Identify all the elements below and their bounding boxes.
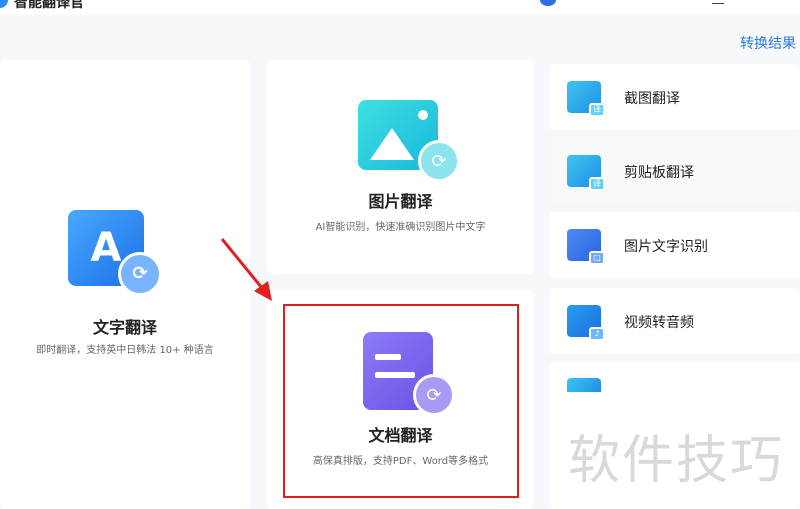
- card-desc: 即时翻译，支持英中日韩法 10+ 种语言: [36, 345, 214, 356]
- image-icon: ⟳: [358, 100, 460, 182]
- side-item-label: 视频转音频: [624, 315, 694, 331]
- sync-icon: ⟳: [418, 140, 460, 182]
- side-item-image-ocr[interactable]: ▢ 图片文字识别: [549, 212, 800, 278]
- card-title: 文字翻译: [92, 318, 157, 337]
- screenshot-icon: 译: [567, 81, 605, 117]
- video-icon: ♪: [567, 305, 605, 341]
- conversion-results-link[interactable]: 转换结果: [740, 33, 796, 53]
- side-item-label: 截图翻译: [624, 91, 680, 107]
- card-title: 图片翻译: [368, 192, 433, 211]
- side-item-video-to-audio[interactable]: ♪ 视频转音频: [549, 288, 800, 354]
- partial-icon: [567, 378, 601, 392]
- letter-a-icon: A ⟳: [68, 210, 162, 296]
- side-item-clipboard-translate[interactable]: 译 剪贴板翻译: [549, 138, 800, 204]
- side-item-screenshot-translate[interactable]: 译 截图翻译: [549, 64, 800, 130]
- highlight-box: [283, 304, 519, 498]
- red-arrow-icon: [220, 238, 272, 301]
- minimize-button[interactable]: [712, 0, 724, 4]
- card-desc: AI智能识别，快速准确识别图片中文字: [315, 222, 486, 233]
- image-text-icon: ▢: [567, 229, 605, 265]
- app-title: 智能翻译官: [14, 0, 84, 11]
- text-translate-card[interactable]: A ⟳ 文字翻译 即时翻译，支持英中日韩法 10+ 种语言: [0, 60, 250, 509]
- clipboard-icon: 译: [567, 155, 605, 191]
- side-item-label: 图片文字识别: [624, 239, 708, 255]
- title-bar: 智能翻译官: [0, 0, 800, 15]
- app-logo-icon: [0, 0, 8, 8]
- avatar[interactable]: [540, 0, 556, 6]
- watermark: 软件技巧: [568, 431, 785, 491]
- side-item-label: 剪贴板翻译: [624, 165, 694, 181]
- sync-icon: ⟳: [118, 252, 162, 296]
- image-translate-card[interactable]: ⟳ 图片翻译 AI智能识别，快速准确识别图片中文字: [267, 60, 534, 274]
